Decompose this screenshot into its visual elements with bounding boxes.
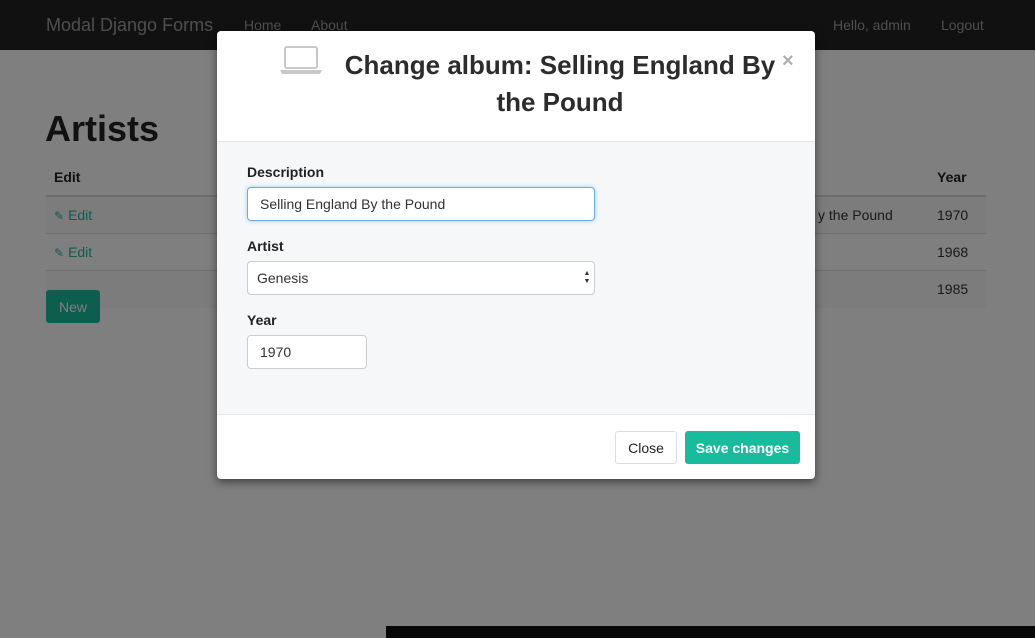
year-input[interactable]	[247, 335, 367, 369]
laptop-icon	[279, 46, 323, 79]
modal-footer: Close Save changes	[217, 414, 815, 479]
modal-header: Change album: Selling England By the Pou…	[217, 31, 815, 142]
close-button[interactable]: Close	[615, 431, 677, 464]
artist-select[interactable]: Genesis ▲ ▼	[247, 261, 595, 295]
modal-title: Change album: Selling England By the Pou…	[344, 50, 776, 117]
save-changes-button[interactable]: Save changes	[685, 431, 800, 464]
artist-selected-value: Genesis	[257, 270, 309, 286]
description-input[interactable]	[247, 187, 595, 221]
change-album-modal: Change album: Selling England By the Pou…	[217, 31, 815, 479]
description-label: Description	[247, 164, 325, 180]
select-arrows-icon: ▲ ▼	[583, 270, 591, 285]
modal-body: Description Artist Genesis ▲▼ Year	[217, 142, 815, 414]
artist-label: Artist	[247, 238, 284, 254]
year-label: Year	[247, 312, 277, 328]
close-icon[interactable]: ×	[782, 51, 794, 71]
